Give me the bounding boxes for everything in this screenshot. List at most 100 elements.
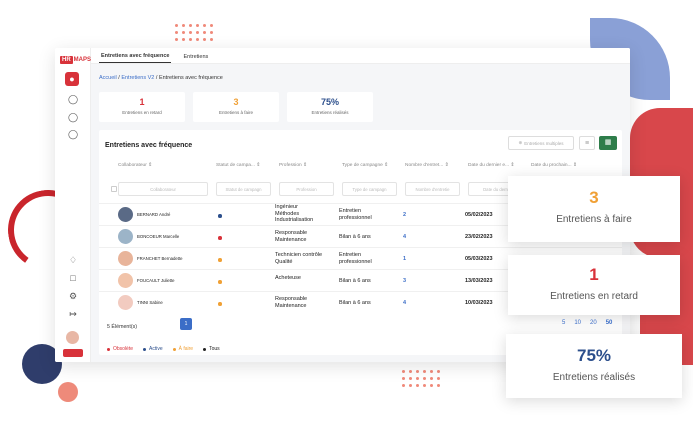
logout-icon[interactable]: ↦ bbox=[67, 308, 79, 320]
gear-icon[interactable]: ⚙ bbox=[67, 290, 79, 302]
select-all-checkbox[interactable] bbox=[111, 186, 117, 192]
avatar bbox=[118, 207, 133, 222]
sidebar: HR MAPS ● ◯ ◯ ◯ ♢ □ ⚙ ↦ bbox=[55, 48, 91, 362]
stat-value: 75% bbox=[320, 97, 339, 107]
type-line: Bilan à 6 ans bbox=[339, 234, 371, 240]
filter-collaborateur-input[interactable]: Collaborateur bbox=[118, 182, 208, 196]
page-size-option[interactable]: 50 bbox=[606, 320, 613, 326]
profession-line: Industrialisation bbox=[275, 217, 314, 223]
row-name: BONCOEUR Marcelle bbox=[137, 234, 180, 239]
row-name: BERNARD André bbox=[137, 212, 171, 217]
avatar bbox=[118, 273, 133, 288]
row-type: Entretien professionnel bbox=[339, 208, 372, 221]
pagination-page-1[interactable]: 1 bbox=[180, 318, 192, 330]
page-size-option[interactable]: 5 bbox=[562, 320, 565, 326]
profession-line: Acheteuse bbox=[275, 275, 301, 281]
legend-dot bbox=[143, 347, 147, 351]
type-line: professionnel bbox=[339, 258, 372, 265]
column-header-type[interactable]: Type de campagne ⇕ bbox=[342, 163, 388, 168]
legend-label: Obsolète bbox=[113, 346, 134, 352]
panel-title: Entretiens avec fréquence bbox=[105, 142, 193, 149]
app-logo[interactable]: HR MAPS bbox=[60, 56, 91, 64]
breadcrumb-parent[interactable]: Entretiens V2 bbox=[121, 75, 154, 81]
page-size-option[interactable]: 10 bbox=[574, 320, 581, 326]
legend-item-obsolete[interactable]: Obsolète bbox=[107, 346, 133, 352]
row-profession: Responsable Maintenance bbox=[275, 296, 307, 309]
stat-card-todo[interactable]: 3 Entretiens à faire bbox=[193, 92, 279, 122]
status-legend: Obsolète Active À faire Tous bbox=[107, 346, 220, 352]
columns-toggle-button[interactable]: ≡ bbox=[579, 136, 595, 150]
row-count[interactable]: 4 bbox=[403, 300, 406, 306]
row-type: Bilan à 6 ans bbox=[339, 278, 371, 285]
profession-line: Maintenance bbox=[275, 302, 307, 309]
card-label: Entretiens à faire bbox=[556, 214, 632, 225]
legend-label: Tous bbox=[209, 346, 220, 352]
legend-item-all[interactable]: Tous bbox=[203, 346, 220, 352]
legend-item-active[interactable]: Active bbox=[143, 346, 163, 352]
legend-dot bbox=[107, 347, 110, 351]
row-type: Bilan à 6 ans bbox=[339, 300, 371, 307]
avatar bbox=[118, 229, 133, 244]
user-badge bbox=[63, 349, 83, 357]
row-date: 23/02/2023 bbox=[465, 234, 493, 240]
avatar[interactable] bbox=[66, 331, 79, 344]
type-line: Bilan à 6 ans bbox=[339, 278, 371, 284]
item-count: 5 Élément(s) bbox=[107, 324, 138, 330]
legend-dot bbox=[203, 347, 207, 351]
column-header-date-prochain[interactable]: Date du prochain... ⇕ bbox=[531, 163, 577, 168]
breadcrumb-current: Entretiens avec fréquence bbox=[158, 75, 223, 81]
row-profession: Ingénieur Méthodes Industrialisation bbox=[275, 204, 313, 224]
row-count[interactable]: 3 bbox=[403, 278, 406, 284]
column-header-statut[interactable]: Statut de campa... ⇕ bbox=[216, 163, 260, 168]
legend-label: À faire bbox=[178, 346, 194, 352]
filter-statut-input[interactable]: Statut de campagn bbox=[216, 182, 271, 196]
row-count[interactable]: 1 bbox=[403, 256, 406, 262]
bell-icon[interactable]: ♢ bbox=[67, 254, 79, 266]
breadcrumb-home[interactable]: Accueil bbox=[99, 75, 117, 81]
tab-bar: Entretiens avec fréquence Entretiens bbox=[91, 48, 630, 64]
type-line: Bilan à 6 ans bbox=[339, 300, 371, 306]
stat-card-done[interactable]: 75% Entretiens réalisés bbox=[287, 92, 373, 122]
decor-dot-grid-bottom bbox=[402, 370, 443, 390]
person-icon[interactable]: ◯ bbox=[67, 93, 79, 105]
row-count[interactable]: 2 bbox=[403, 212, 406, 218]
tab-entretiens-frequence[interactable]: Entretiens avec fréquence bbox=[99, 50, 172, 63]
floating-card-late: 1 Entretiens en retard bbox=[508, 255, 680, 315]
row-date: 13/03/2023 bbox=[465, 278, 493, 284]
type-line: professionnel bbox=[339, 214, 372, 221]
profession-line: Qualité bbox=[275, 258, 293, 265]
multiple-interviews-label: Entretiens multiples bbox=[524, 140, 564, 146]
stat-label: Entretiens à faire bbox=[218, 110, 254, 115]
column-header-collaborateur[interactable]: Collaborateur ⇕ bbox=[118, 163, 152, 168]
legend-item-todo[interactable]: À faire bbox=[172, 346, 194, 352]
status-dot bbox=[218, 302, 222, 306]
excel-icon: ▦ bbox=[604, 139, 612, 146]
logo-mark: HR bbox=[60, 56, 73, 64]
tab-entretiens[interactable]: Entretiens bbox=[181, 51, 210, 63]
breadcrumb: Accueil / Entretiens V2 / Entretiens ave… bbox=[99, 75, 223, 81]
user-icon[interactable]: ● bbox=[65, 72, 79, 86]
filter-nombre-input[interactable]: Nombre d'entretie bbox=[405, 182, 460, 196]
column-header-nombre[interactable]: Nombre d'entret... ⇕ bbox=[405, 163, 449, 168]
column-header-date-dernier[interactable]: Date du dernier e... ⇕ bbox=[468, 163, 514, 168]
profession-line: Maintenance bbox=[275, 236, 307, 243]
card-label: Entretiens réalisés bbox=[552, 372, 636, 383]
excel-export-button[interactable]: ▦ bbox=[599, 136, 617, 150]
stage: HR MAPS ● ◯ ◯ ◯ ♢ □ ⚙ ↦ Entretiens avec f… bbox=[0, 0, 693, 424]
row-type: Bilan à 6 ans bbox=[339, 234, 371, 241]
filter-profession-input[interactable]: Profession bbox=[279, 182, 334, 196]
users-icon[interactable]: ◯ bbox=[67, 128, 79, 140]
user-settings-icon[interactable]: ◯ bbox=[67, 111, 79, 123]
page-size-option[interactable]: 20 bbox=[590, 320, 597, 326]
stat-card-late[interactable]: 1 Entretiens en retard bbox=[99, 92, 185, 122]
row-count[interactable]: 4 bbox=[403, 234, 406, 240]
multiple-interviews-button[interactable]: ⊕ Entretiens multiples bbox=[508, 136, 574, 150]
card-value: 75% bbox=[576, 346, 612, 365]
filter-type-input[interactable]: Type de campagn bbox=[342, 182, 397, 196]
row-profession: Technicien contrôle Qualité bbox=[275, 252, 322, 265]
profession-line: Responsable bbox=[275, 296, 308, 302]
column-header-profession[interactable]: Profession ⇕ bbox=[279, 163, 307, 168]
avatar bbox=[118, 251, 133, 266]
card-label: Entretiens en retard bbox=[550, 291, 638, 302]
edit-icon[interactable]: □ bbox=[67, 272, 79, 284]
